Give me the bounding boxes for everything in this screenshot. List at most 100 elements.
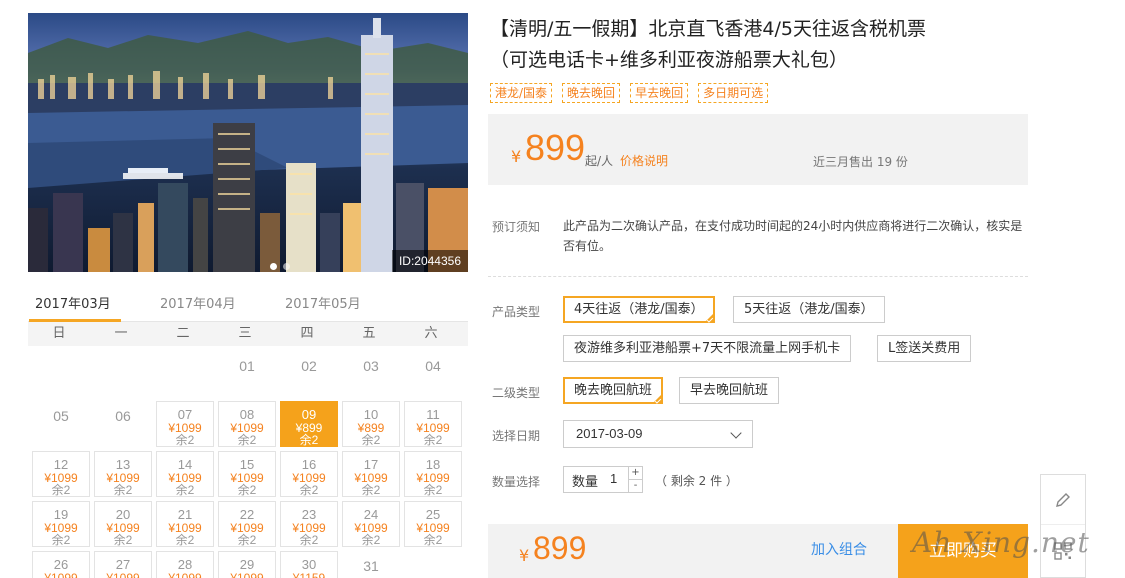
day-stock: 余2 bbox=[51, 533, 71, 547]
day-price: ¥1099 bbox=[168, 571, 202, 578]
price-note-link[interactable]: 价格说明 bbox=[620, 152, 668, 169]
calendar-day-10[interactable]: 10 ¥899 余2 bbox=[342, 401, 400, 447]
calendar-day-25[interactable]: 25 ¥1099 余2 bbox=[404, 501, 462, 547]
price-per-person: 起/人 bbox=[585, 154, 614, 168]
option-early-late-flight[interactable]: 早去晚回航班 bbox=[679, 377, 780, 404]
quantity-decrease-button[interactable]: - bbox=[628, 480, 642, 493]
tab-2017-03[interactable]: 2017年03月 bbox=[29, 293, 121, 322]
tab-2017-05[interactable]: 2017年05月 bbox=[285, 293, 361, 321]
day-stock: 余2 bbox=[361, 433, 381, 447]
calendar-day-27[interactable]: 27¥1099余2 bbox=[94, 551, 152, 578]
day-stock: 余2 bbox=[175, 533, 195, 547]
weekday-wed: 三 bbox=[238, 326, 252, 341]
calendar-day-29[interactable]: 29¥1099余2 bbox=[218, 551, 276, 578]
section-divider bbox=[488, 276, 1028, 277]
weekday-mon: 一 bbox=[114, 326, 128, 341]
day-stock: 余2 bbox=[175, 483, 195, 497]
calendar-day-30[interactable]: 30¥1159余2 bbox=[280, 551, 338, 578]
option-4-day[interactable]: 4天往返（港龙/国泰） bbox=[563, 296, 715, 323]
calendar-day-15[interactable]: 15 ¥1099 余2 bbox=[218, 451, 276, 497]
calendar-day-13[interactable]: 13 ¥1099 余2 bbox=[94, 451, 152, 497]
calendar-day-19[interactable]: 19 ¥1099 余2 bbox=[32, 501, 90, 547]
sold-count: 近三月售出 19 份 bbox=[813, 155, 908, 169]
calendar-day-23[interactable]: 23 ¥1099 余2 bbox=[280, 501, 338, 547]
calendar-day-22[interactable]: 22 ¥1099 余2 bbox=[218, 501, 276, 547]
price-currency: ¥ bbox=[511, 147, 522, 166]
carousel-dot-2[interactable] bbox=[283, 263, 290, 270]
carousel-dot-1[interactable] bbox=[270, 263, 277, 270]
quantity-input[interactable]: 1 bbox=[610, 471, 617, 486]
day-number: 27 bbox=[115, 557, 131, 572]
calendar-day-18[interactable]: 18 ¥1099 余2 bbox=[404, 451, 462, 497]
date-label: 选择日期 bbox=[492, 429, 541, 443]
day-number: 23 bbox=[301, 507, 317, 522]
price-amount: 899 bbox=[525, 127, 586, 168]
day-stock: 余2 bbox=[113, 483, 133, 497]
add-combo-link[interactable]: 加入组合 bbox=[811, 539, 867, 559]
notice-label: 预订须知 bbox=[492, 220, 541, 234]
product-type-label: 产品类型 bbox=[492, 305, 541, 319]
calendar-day-14[interactable]: 14 ¥1099 余2 bbox=[156, 451, 214, 497]
day-stock: 余2 bbox=[51, 483, 71, 497]
calendar-day-12[interactable]: 12 ¥1099 余2 bbox=[32, 451, 90, 497]
calendar-day-01: 01 bbox=[218, 351, 276, 397]
day-price: ¥1099 bbox=[106, 571, 140, 578]
day-number: 03 bbox=[363, 358, 379, 374]
weekday-tue: 二 bbox=[176, 326, 190, 341]
tag-late-late: 晚去晚回 bbox=[562, 83, 621, 103]
calendar-day-16[interactable]: 16 ¥1099 余2 bbox=[280, 451, 338, 497]
weekday-fri: 五 bbox=[362, 326, 376, 341]
day-number: 28 bbox=[177, 557, 193, 572]
day-number: 11 bbox=[426, 407, 440, 422]
calendar-day-05: 05 bbox=[32, 401, 90, 447]
calendar-day-31: 31 bbox=[342, 551, 400, 578]
qr-code-button[interactable] bbox=[1041, 526, 1085, 576]
quantity-prefix: 数量 bbox=[572, 475, 599, 490]
remaining-stock: （ 剩余 2 件 ） bbox=[655, 474, 738, 488]
day-stock: 余2 bbox=[175, 433, 195, 447]
buy-now-button[interactable]: 立即购买 bbox=[898, 524, 1028, 578]
quantity-increase-button[interactable]: + bbox=[628, 467, 642, 480]
price-calendar: 日 一 二 三 四 五 六 01 02 03 04 05 06 07 ¥1099 余2 08 ¥10… bbox=[28, 322, 468, 578]
month-tabs: 2017年03月 2017年04月 2017年05月 bbox=[28, 290, 468, 322]
day-number: 12 bbox=[53, 457, 69, 472]
option-cruise-sim[interactable]: 夜游维多利亚港船票+7天不限流量上网手机卡 bbox=[563, 335, 852, 362]
day-stock: 余2 bbox=[423, 533, 443, 547]
calendar-day-26[interactable]: 26¥1099余2 bbox=[32, 551, 90, 578]
option-5-day[interactable]: 5天往返（港龙/国泰） bbox=[733, 296, 885, 323]
calendar-day-28[interactable]: 28¥1099余2 bbox=[156, 551, 214, 578]
calendar-day-03: 03 bbox=[342, 351, 400, 397]
calendar-day-20[interactable]: 20 ¥1099 余2 bbox=[94, 501, 152, 547]
hong-kong-skyline-image bbox=[28, 18, 468, 272]
day-stock: 余2 bbox=[237, 533, 257, 547]
tab-2017-04[interactable]: 2017年04月 bbox=[160, 293, 236, 321]
day-stock: 余2 bbox=[423, 433, 443, 447]
day-stock: 余2 bbox=[237, 433, 257, 447]
calendar-day-11[interactable]: 11 ¥1099 余2 bbox=[404, 401, 462, 447]
day-number: 31 bbox=[363, 558, 379, 574]
day-stock: 余2 bbox=[237, 483, 257, 497]
pencil-icon bbox=[1056, 492, 1070, 507]
calendar-day-21[interactable]: 21 ¥1099 余2 bbox=[156, 501, 214, 547]
booking-notice: 此产品为二次确认产品，在支付成功时间起的24小时内供应商将进行二次确认，核实是否… bbox=[563, 219, 1023, 253]
date-select[interactable]: 2017-03-09 bbox=[563, 420, 753, 448]
calendar-day-17[interactable]: 17 ¥1099 余2 bbox=[342, 451, 400, 497]
carousel-dots bbox=[270, 263, 290, 270]
feedback-button[interactable] bbox=[1041, 475, 1085, 525]
calendar-day-24[interactable]: 24 ¥1099 余2 bbox=[342, 501, 400, 547]
calendar-day-08[interactable]: 08 ¥1099 余2 bbox=[218, 401, 276, 447]
total-price: 899 bbox=[533, 530, 587, 566]
day-number: 19 bbox=[53, 507, 69, 522]
calendar-day-04: 04 bbox=[404, 351, 462, 397]
weekday-sun: 日 bbox=[52, 326, 66, 341]
calendar-day-07[interactable]: 07 ¥1099 余2 bbox=[156, 401, 214, 447]
option-late-late-label: 晚去晚回航班 bbox=[574, 383, 653, 398]
day-number: 26 bbox=[53, 557, 69, 572]
option-l-visa[interactable]: L签送关费用 bbox=[877, 335, 972, 362]
option-late-late-flight[interactable]: 晚去晚回航班 bbox=[563, 377, 664, 404]
day-number: 15 bbox=[239, 457, 255, 472]
calendar-day-09[interactable]: 09 ¥899 余2 bbox=[280, 401, 338, 447]
hero-image[interactable]: ID:2044356 bbox=[28, 13, 468, 272]
price-box: ¥ 899 起/人 价格说明 近三月售出 19 份 bbox=[488, 114, 1028, 185]
tag-early-late: 早去晚回 bbox=[630, 83, 689, 103]
